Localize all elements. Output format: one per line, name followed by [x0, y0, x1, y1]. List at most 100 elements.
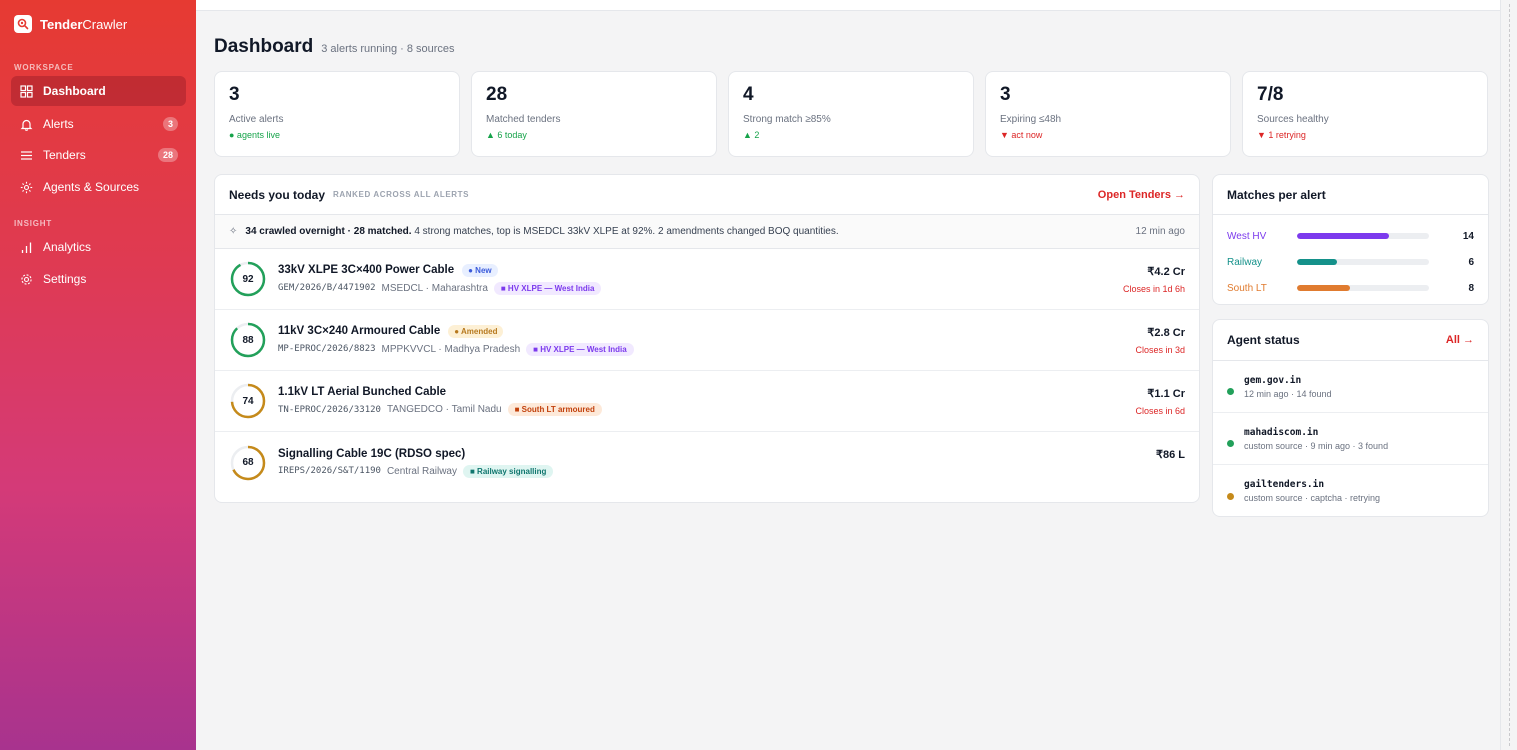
alert-tag[interactable]: ■ South LT armoured — [507, 403, 602, 416]
alert-name: West HV — [1227, 230, 1267, 242]
bar-chart-icon — [19, 240, 33, 254]
status-dot — [1227, 492, 1234, 500]
stat-value: 3 — [229, 84, 240, 105]
sidebar-item-label: Settings — [43, 272, 87, 286]
sidebar-item-settings[interactable]: Settings — [11, 264, 186, 294]
match-count: 8 — [1468, 282, 1474, 294]
tender-buyer: Central Railway — [386, 465, 457, 477]
tender-title[interactable]: Signalling Cable 19C (RDSO spec) — [278, 448, 465, 460]
page-subtitle: 3 alerts running · 8 sources — [321, 43, 455, 55]
alert-name: South LT — [1227, 282, 1267, 294]
agent-row[interactable]: mahadiscom.in custom source · 9 min ago … — [1213, 413, 1488, 465]
agent-source: mahadiscom.in — [1244, 426, 1319, 438]
stat-card-matched-tenders[interactable]: 28 Matched tenders ▲ 6 today — [471, 71, 717, 157]
panel-header: Agent status All → — [1213, 320, 1488, 361]
stat-card-strong-match[interactable]: 4 Strong match ≥85% ▲ 2 — [728, 71, 974, 157]
sidebar-item-analytics[interactable]: Analytics — [11, 232, 186, 262]
page-scrollbar[interactable] — [1500, 0, 1517, 750]
tender-title[interactable]: 11kV 3C×240 Armoured Cable — [278, 325, 440, 337]
status-badge: ● Amended — [448, 324, 504, 338]
alert-tag[interactable]: ■ HV XLPE — West India — [493, 281, 602, 295]
overnight-summary: ✧ 34 crawled overnight · 28 matched. 4 s… — [215, 215, 1199, 249]
match-score: 74 — [242, 395, 254, 407]
brand[interactable]: TenderCrawler — [14, 14, 127, 34]
tender-row[interactable]: 92 33kV XLPE 3C×400 Power Cable ● New GE… — [215, 249, 1199, 310]
stat-value: 4 — [743, 84, 754, 105]
list-icon — [19, 148, 33, 162]
stat-label: Matched tenders — [486, 114, 561, 125]
match-score: 68 — [242, 457, 254, 468]
alerts-count-badge: 3 — [162, 117, 178, 131]
sun-icon — [19, 180, 33, 194]
tender-buyer: TANGEDCO · Tamil Nadu — [386, 404, 502, 415]
tender-reference: GEM/2026/B/4471902 — [278, 283, 376, 293]
sidebar: TenderCrawler WORKSPACE Dashboard Alerts… — [0, 0, 196, 750]
brand-name-bold: Tender — [40, 16, 83, 32]
sidebar-item-tenders[interactable]: Tenders 28 — [11, 140, 186, 170]
tender-row[interactable]: 68 Signalling Cable 19C (RDSO spec) IREP… — [215, 432, 1199, 493]
stat-card-expiring[interactable]: 3 Expiring ≤48h ▼ act now — [985, 71, 1231, 157]
brand-name-light: Crawler — [82, 16, 128, 32]
tender-row[interactable]: 74 1.1kV LT Aerial Bunched Cable TN-EPRO… — [215, 371, 1199, 432]
alert-match-row[interactable]: West HV 14 — [1213, 223, 1488, 249]
matches-per-alert-panel: Matches per alert West HV 14 Railway 6 S… — [1212, 174, 1489, 305]
agent-detail: custom source · 9 min ago · 3 found — [1244, 440, 1389, 451]
match-score: 88 — [242, 334, 254, 346]
stat-delta: ▼ act now — [1000, 130, 1043, 140]
stat-value: 7/8 — [1257, 84, 1284, 105]
match-score-ring: 68 — [229, 444, 267, 482]
match-count: 6 — [1468, 256, 1474, 268]
all-agents-link[interactable]: All → — [1446, 334, 1474, 346]
tender-closing: Closes in 3d — [1135, 345, 1185, 355]
stat-delta: ● agents live — [229, 130, 280, 140]
open-tenders-link[interactable]: Open Tenders → — [1098, 189, 1185, 201]
logo-icon — [14, 15, 32, 33]
alert-match-row[interactable]: Railway 6 — [1213, 249, 1488, 275]
match-score: 92 — [242, 273, 254, 285]
summary-time: 12 min ago — [1135, 226, 1185, 237]
tender-value: ₹4.2 Cr — [1147, 266, 1185, 278]
agent-source: gailtenders.in — [1244, 479, 1325, 490]
match-bar-track — [1297, 233, 1429, 239]
page-title: Dashboard — [214, 36, 314, 57]
sidebar-item-dashboard[interactable]: Dashboard — [11, 76, 186, 106]
tender-row[interactable]: 88 11kV 3C×240 Armoured Cable ● Amended … — [215, 310, 1199, 371]
sidebar-item-agents-sources[interactable]: Agents & Sources — [11, 172, 186, 202]
sidebar-item-alerts[interactable]: Alerts 3 — [11, 109, 186, 139]
sidebar-item-label: Agents & Sources — [43, 180, 140, 194]
match-bar — [1297, 259, 1337, 265]
tender-title[interactable]: 1.1kV LT Aerial Bunched Cable — [278, 386, 446, 398]
tender-value: ₹86 L — [1155, 449, 1185, 461]
summary-text: 34 crawled overnight · 28 matched. 4 str… — [245, 226, 838, 237]
stat-delta: ▼ 1 retrying — [1257, 130, 1306, 140]
stat-label: Expiring ≤48h — [1000, 114, 1062, 125]
match-bar — [1297, 233, 1390, 239]
grid-icon — [19, 84, 33, 98]
bell-icon — [19, 117, 33, 131]
alert-tag[interactable]: ■ Railway signalling — [462, 464, 554, 478]
panel-title: Agent status — [1227, 333, 1300, 347]
sparkle-icon: ✧ — [229, 226, 238, 237]
agent-source: gem.gov.in — [1244, 374, 1302, 386]
stat-card-sources-healthy[interactable]: 7/8 Sources healthy ▼ 1 retrying — [1242, 71, 1488, 157]
summary-detail: 4 strong matches, top is MSEDCL 33kV XLP… — [414, 226, 839, 237]
agent-detail: custom source · captcha · retrying — [1244, 493, 1381, 503]
alert-match-row[interactable]: South LT 8 — [1213, 275, 1488, 301]
stat-label: Active alerts — [229, 114, 284, 125]
agent-row[interactable]: gem.gov.in 12 min ago · 14 found — [1213, 361, 1488, 413]
sidebar-item-label: Analytics — [43, 240, 92, 254]
alert-tag[interactable]: ■ HV XLPE — West India — [526, 342, 634, 356]
tender-title[interactable]: 33kV XLPE 3C×400 Power Cable — [278, 264, 454, 276]
gear-icon — [19, 272, 33, 286]
stat-label: Sources healthy — [1257, 114, 1329, 125]
stat-card-active-alerts[interactable]: 3 Active alerts ● agents live — [214, 71, 460, 157]
match-score-ring: 88 — [229, 321, 267, 359]
tender-closing: Closes in 1d 6h — [1122, 284, 1185, 294]
status-dot — [1227, 440, 1234, 447]
agent-row[interactable]: gailtenders.in custom source · captcha ·… — [1213, 465, 1488, 516]
tender-buyer: MPPKVVCL · Madhya Pradesh — [381, 343, 521, 355]
tender-buyer: MSEDCL · Maharashtra — [381, 282, 488, 294]
match-score-ring: 74 — [229, 382, 267, 420]
agent-status-panel: Agent status All → gem.gov.in 12 min ago… — [1212, 319, 1489, 517]
tender-reference: IREPS/2026/S&T/1190 — [278, 466, 381, 476]
